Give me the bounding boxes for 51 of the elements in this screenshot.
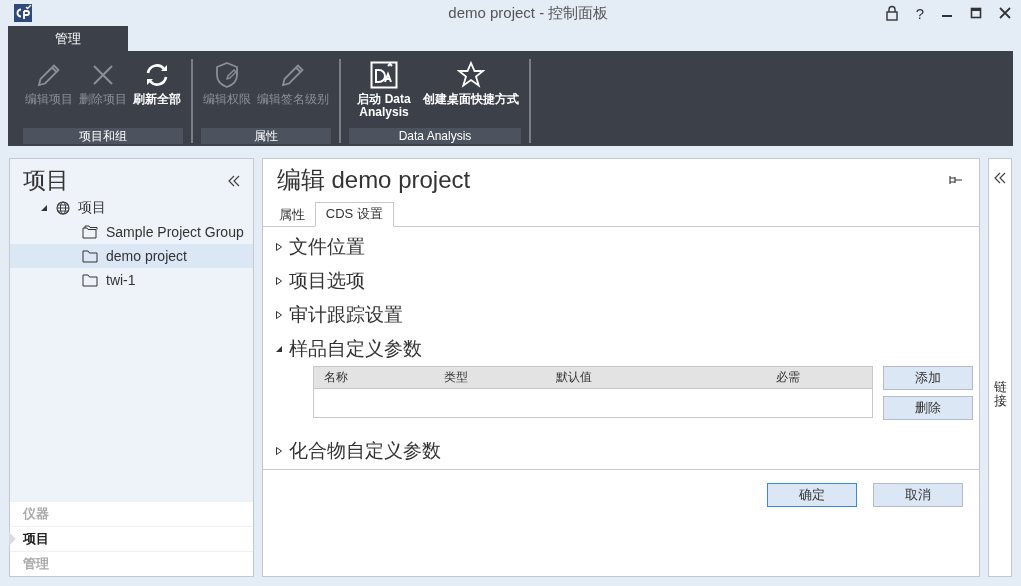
folders-icon — [82, 225, 98, 239]
section-heading[interactable]: 审计跟踪设置 — [288, 302, 403, 328]
expand-toggle-icon[interactable] — [40, 204, 48, 212]
ribbon-group-label: 项目和组 — [23, 128, 183, 144]
panel-title: 项目 — [23, 166, 69, 195]
column-header: 必需 — [775, 369, 801, 386]
data-analysis-icon — [370, 61, 398, 89]
column-header: 类型 — [443, 369, 469, 386]
expand-icon[interactable] — [993, 171, 1008, 185]
expand-toggle-icon[interactable] — [274, 276, 283, 286]
globe-icon — [56, 201, 70, 215]
section-heading[interactable]: 文件位置 — [288, 234, 365, 260]
tree-item[interactable]: Sample Project Group — [106, 224, 244, 240]
help-button[interactable]: ? — [915, 4, 924, 22]
section-heading[interactable]: 样品自定义参数 — [288, 336, 422, 362]
lock-icon[interactable] — [884, 5, 899, 21]
ribbon-tab[interactable]: 管理 — [8, 26, 128, 51]
expand-toggle-icon[interactable] — [274, 446, 283, 456]
tab[interactable]: 属性 — [268, 204, 315, 226]
ribbon-group-label: 属性 — [201, 128, 331, 144]
app-logo-icon — [14, 4, 32, 22]
pin-icon[interactable] — [949, 174, 964, 185]
ribbon-button[interactable]: 刷新全部 — [133, 59, 181, 125]
section-heading[interactable]: 项目选项 — [288, 268, 365, 294]
expand-toggle-icon[interactable] — [274, 344, 283, 354]
column-header: 名称 — [323, 369, 349, 386]
nav-item[interactable]: 项目 — [10, 526, 253, 551]
expand-toggle-icon[interactable] — [274, 310, 283, 320]
shield-pencil-icon — [213, 61, 241, 89]
dialog-button[interactable]: 确定 — [767, 483, 858, 507]
tree-item[interactable]: twi-1 — [106, 272, 136, 288]
table-button[interactable]: 添加 — [882, 366, 973, 390]
maximize-icon[interactable] — [970, 7, 982, 19]
ribbon-button[interactable]: 创建桌面快捷方式 — [423, 59, 519, 125]
dialog-button[interactable]: 取消 — [873, 483, 964, 507]
collapse-icon[interactable] — [226, 173, 241, 188]
column-header: 默认值 — [555, 369, 593, 386]
folder-icon — [82, 273, 98, 287]
side-panel-title[interactable]: 链接 — [993, 380, 1007, 409]
ribbon-group-label: Data Analysis — [349, 128, 521, 144]
tree-item[interactable]: 项目 — [78, 199, 106, 217]
expand-toggle-icon[interactable] — [274, 242, 283, 252]
tab[interactable]: CDS 设置 — [314, 202, 394, 227]
close-icon[interactable] — [999, 7, 1011, 19]
table-button[interactable]: 删除 — [882, 396, 973, 420]
section-heading[interactable]: 化合物自定义参数 — [288, 438, 441, 464]
window-title: demo project - 控制面板 — [447, 3, 610, 23]
star-icon — [457, 61, 485, 89]
ribbon-button[interactable]: 启动 Data Analysis — [351, 59, 417, 125]
folder-icon — [82, 249, 98, 263]
editor-title: 编辑 demo project — [276, 164, 471, 195]
